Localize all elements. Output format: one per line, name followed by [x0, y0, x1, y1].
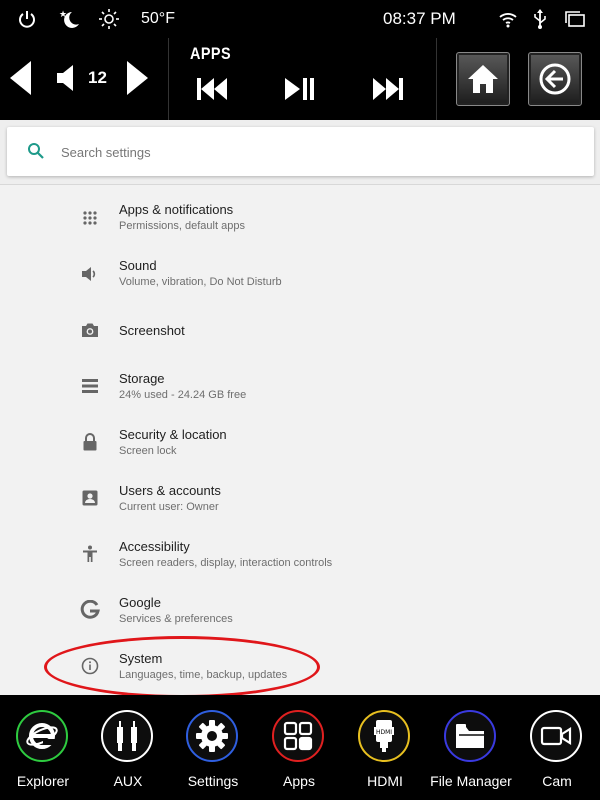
item-title: Accessibility: [119, 539, 190, 554]
dock-label: Cam: [542, 773, 572, 789]
settings-item-apps-notifications[interactable]: Apps & notifications Permissions, defaul…: [0, 190, 600, 246]
speaker-icon: [80, 264, 100, 284]
aux-icon: [101, 710, 153, 762]
search-bar[interactable]: [7, 127, 594, 176]
play-pause-button[interactable]: [284, 76, 316, 102]
settings-item-security-location[interactable]: Security & location Screen lock: [0, 414, 600, 470]
volume-icon: [54, 63, 76, 93]
divider: [436, 38, 437, 120]
item-subtitle: Services & preferences: [119, 613, 233, 625]
item-subtitle: Volume, vibration, Do Not Disturb: [119, 276, 282, 288]
settings-gear-icon: [186, 710, 238, 762]
item-subtitle: Screen lock: [119, 445, 177, 457]
dock-aux[interactable]: AUX: [85, 695, 171, 800]
settings-item-accessibility[interactable]: Accessibility Screen readers, display, i…: [0, 526, 600, 582]
divider: [168, 38, 169, 120]
settings-panel: Apps & notifications Permissions, defaul…: [0, 120, 600, 695]
back-button[interactable]: [528, 52, 582, 106]
dock-file-manager[interactable]: File Manager: [428, 695, 514, 800]
lock-icon: [80, 432, 100, 452]
camera-icon: [530, 710, 582, 762]
apps-grid-icon: [80, 208, 100, 228]
svg-text:HDMI: HDMI: [376, 729, 392, 736]
folder-icon: [444, 710, 496, 762]
camera-icon: [80, 320, 100, 340]
settings-item-storage[interactable]: Storage 24% used - 24.24 GB free: [0, 358, 600, 414]
night-mode-icon[interactable]: ★: [55, 0, 85, 38]
usb-icon: [530, 0, 550, 38]
svg-text:★: ★: [59, 10, 67, 20]
google-icon: [80, 600, 100, 620]
settings-item-screenshot[interactable]: Screenshot: [0, 302, 600, 358]
settings-item-sound[interactable]: Sound Volume, vibration, Do Not Disturb: [0, 246, 600, 302]
storage-icon: [80, 376, 100, 396]
previous-track-button[interactable]: [196, 76, 228, 102]
item-title: Screenshot: [119, 323, 185, 338]
dock-apps[interactable]: Apps: [256, 695, 342, 800]
temperature-readout: 50°F: [141, 10, 175, 27]
brightness-icon[interactable]: [96, 0, 122, 38]
search-icon: [27, 142, 45, 165]
media-control-bar: 12 APPS: [0, 38, 600, 120]
next-track-button[interactable]: [372, 76, 404, 102]
power-icon[interactable]: [14, 0, 40, 38]
status-bar: ★ 50°F 08:37 PM: [0, 0, 600, 38]
source-mode-label: APPS: [190, 44, 232, 63]
item-title: Google: [119, 595, 161, 610]
back-arrow-icon: [539, 63, 571, 95]
item-title: Security & location: [119, 427, 227, 442]
home-icon: [468, 65, 498, 93]
item-title: Storage: [119, 371, 165, 386]
item-subtitle: 24% used - 24.24 GB free: [119, 389, 247, 401]
clock: 08:37 PM: [383, 9, 456, 28]
dock-cam[interactable]: Cam: [514, 695, 600, 800]
volume-up-button[interactable]: [124, 58, 150, 98]
home-button[interactable]: [456, 52, 510, 106]
item-subtitle: Current user: Owner: [119, 501, 219, 513]
item-subtitle: Permissions, default apps: [119, 220, 245, 232]
settings-item-google[interactable]: Google Services & preferences: [0, 582, 600, 638]
search-bar-area: [0, 120, 600, 185]
recent-apps-icon[interactable]: [562, 0, 588, 38]
dock-explorer[interactable]: Explorer: [0, 695, 86, 800]
hdmi-icon: HDMI: [358, 710, 410, 762]
wifi-icon: [496, 0, 520, 38]
dock-settings[interactable]: Settings: [170, 695, 256, 800]
volume-down-button[interactable]: [8, 58, 34, 98]
item-subtitle: Screen readers, display, interaction con…: [119, 557, 333, 569]
highlight-annotation: [44, 636, 320, 695]
apps-icon: [272, 710, 324, 762]
explorer-icon: [16, 710, 68, 762]
item-title: Users & accounts: [119, 483, 221, 498]
account-icon: [80, 488, 100, 508]
settings-item-users-accounts[interactable]: Users & accounts Current user: Owner: [0, 470, 600, 526]
app-dock: Explorer AUX Settings Apps HDMI HDMI Fil…: [0, 695, 600, 800]
item-title: Sound: [119, 258, 157, 273]
dock-hdmi[interactable]: HDMI HDMI: [342, 695, 428, 800]
search-input[interactable]: [59, 140, 563, 164]
volume-level: 12: [88, 68, 107, 87]
accessibility-icon: [80, 544, 100, 564]
item-title: Apps & notifications: [119, 202, 234, 217]
